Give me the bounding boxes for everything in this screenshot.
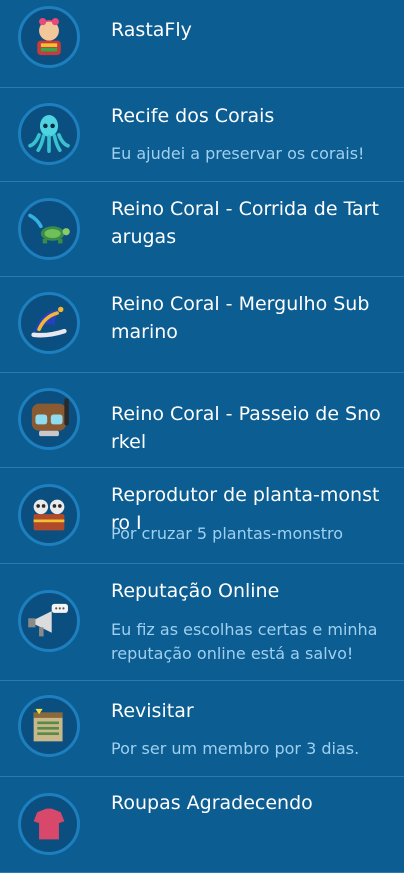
badge-title: Reino Coral - Corrida de Tartarugas [111,198,379,248]
snorkel-mask-icon [18,388,80,450]
sea-turtle-icon [18,198,80,260]
badge-title: Roupas Agradecendo [111,792,313,814]
list-item[interactable]: Roupas Agradecendo [0,777,404,873]
badge-title: Reino Coral - Passeio de Snorkel [111,403,381,453]
list-item[interactable]: Reino Coral - Corrida de Tartarugas [0,182,404,277]
list-item[interactable]: Recife dos Corais Eu ajudei a preservar … [0,88,404,182]
rasta-avatar-icon [18,6,80,68]
list-item[interactable]: Reputação Online Eu fiz as escolhas cert… [0,564,404,681]
badge-title: RastaFly [111,19,192,41]
calendar-book-icon [18,695,80,757]
clothing-icon [18,793,80,855]
badge-title: Recife dos Corais [111,105,275,127]
badge-title: Reino Coral - Mergulho Submarino [111,293,370,343]
badge-description: Por ser um membro por 3 dias. [111,739,360,758]
list-item[interactable]: RastaFly [0,0,404,88]
list-item[interactable]: Reprodutor de planta-monstro I Por cruza… [0,468,404,564]
list-item[interactable]: Revisitar Por ser um membro por 3 dias. [0,681,404,777]
list-item[interactable]: Reino Coral - Passeio de Snorkel [0,373,404,468]
badge-description: Eu fiz as escolhas certas e minha reputa… [111,620,378,663]
badge-description: Eu ajudei a preservar os corais! [111,144,365,163]
list-item[interactable]: Reino Coral - Mergulho Submarino [0,277,404,373]
megaphone-icon [18,590,80,652]
sea-slug-icon [18,292,80,354]
skull-chest-icon [18,484,80,546]
squid-icon [18,103,80,165]
badge-title: Reputação Online [111,580,280,602]
badge-description: Por cruzar 5 plantas-monstro [111,524,344,543]
badge-title: Revisitar [111,700,194,722]
